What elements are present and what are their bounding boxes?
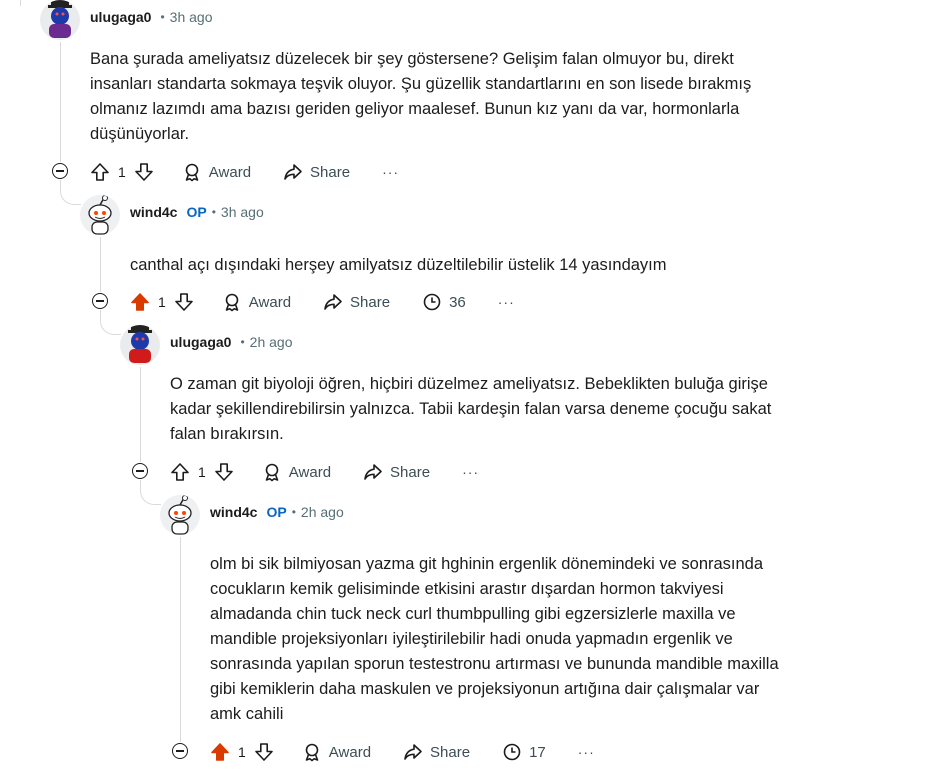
thread-elbow: [100, 310, 121, 335]
award-timer-icon: [503, 743, 521, 761]
award-label: Award: [288, 463, 332, 481]
comment-actions: 1 Award Share 17 ···: [210, 736, 595, 768]
upvote-button[interactable]: [90, 162, 110, 182]
username[interactable]: ulugaga0: [90, 9, 151, 25]
thread-elbow: [140, 480, 161, 505]
downvote-button[interactable]: [254, 742, 274, 762]
comment-body: canthal açı dışındaki herşey amilyatsız …: [130, 256, 667, 274]
separator-dot: •: [211, 205, 216, 219]
award-icon: [265, 463, 279, 482]
downvote-arrow-icon: [254, 743, 273, 761]
upvote-button[interactable]: [130, 292, 150, 312]
award-icon: [225, 293, 239, 312]
op-badge: OP: [186, 204, 207, 220]
downvote-button[interactable]: [134, 162, 154, 182]
downvote-button[interactable]: [214, 462, 234, 482]
share-arrow-icon: [324, 294, 342, 310]
separator-dot: •: [240, 335, 245, 349]
comment-actions: 1 Award Share ···: [170, 456, 479, 488]
ellipsis-icon: ···: [382, 164, 400, 180]
upvote-button[interactable]: [210, 742, 230, 762]
award-label: Award: [328, 743, 372, 761]
awards-count-button[interactable]: 17: [502, 742, 546, 762]
award-button[interactable]: Award: [182, 162, 251, 182]
more-options-button[interactable]: ···: [578, 744, 595, 760]
awards-count-button[interactable]: 36: [422, 292, 466, 312]
ellipsis-icon: ···: [497, 294, 515, 310]
share-arrow-icon: [404, 744, 422, 760]
thread-line: [60, 42, 61, 162]
more-options-button[interactable]: ···: [382, 164, 399, 180]
award-label: Award: [208, 163, 252, 181]
comment-actions: 1 Award Share 36 ···: [130, 286, 515, 318]
awards-count: 17: [529, 743, 546, 761]
timestamp[interactable]: 3h ago: [170, 9, 213, 25]
timestamp[interactable]: 3h ago: [221, 204, 264, 220]
collapse-button[interactable]: [92, 293, 108, 309]
award-button[interactable]: Award: [262, 462, 331, 482]
upvote-arrow-icon: [211, 743, 229, 761]
award-icon: [305, 743, 319, 762]
username[interactable]: ulugaga0: [170, 334, 231, 350]
share-button[interactable]: Share: [323, 292, 390, 312]
share-label: Share: [350, 293, 391, 311]
score: 1: [238, 744, 246, 760]
collapse-button[interactable]: [52, 163, 68, 179]
score: 1: [198, 464, 206, 480]
collapse-button[interactable]: [132, 463, 148, 479]
share-button[interactable]: Share: [363, 462, 430, 482]
upvote-arrow-icon: [171, 463, 189, 481]
timestamp[interactable]: 2h ago: [250, 334, 293, 350]
avatar[interactable]: [160, 495, 200, 535]
upvote-arrow-icon: [131, 293, 149, 311]
op-badge: OP: [266, 504, 287, 520]
share-button[interactable]: Share: [403, 742, 470, 762]
awards-count: 36: [449, 293, 466, 311]
comment-body: O zaman git biyoloji öğren, hiçbiri düze…: [170, 375, 772, 443]
award-button[interactable]: Award: [302, 742, 371, 762]
username[interactable]: wind4c: [210, 504, 257, 520]
comment-body: olm bi sik bilmiyosan yazma git hghinin …: [210, 555, 779, 723]
downvote-arrow-icon: [134, 163, 153, 181]
share-arrow-icon: [284, 164, 302, 180]
share-button[interactable]: Share: [283, 162, 350, 182]
comment-body: Bana şurada ameliyatsız düzelecek bir şe…: [90, 50, 752, 143]
award-button[interactable]: Award: [222, 292, 291, 312]
more-options-button[interactable]: ···: [462, 464, 479, 480]
share-label: Share: [310, 163, 351, 181]
thread-line: [180, 537, 181, 742]
thread-line: [140, 367, 141, 462]
award-timer-icon: [423, 293, 441, 311]
separator-dot: •: [160, 10, 165, 24]
share-label: Share: [430, 743, 471, 761]
award-icon: [185, 163, 199, 182]
share-arrow-icon: [364, 464, 382, 480]
username[interactable]: wind4c: [130, 204, 177, 220]
thread-line: [100, 237, 101, 292]
collapse-button[interactable]: [172, 743, 188, 759]
score: 1: [118, 164, 126, 180]
ellipsis-icon: ···: [462, 464, 480, 480]
upvote-arrow-icon: [91, 163, 109, 181]
award-label: Award: [248, 293, 292, 311]
score: 1: [158, 294, 166, 310]
downvote-button[interactable]: [174, 292, 194, 312]
more-options-button[interactable]: ···: [498, 294, 515, 310]
downvote-arrow-icon: [214, 463, 233, 481]
share-label: Share: [390, 463, 431, 481]
comment-actions: 1 Award Share ···: [90, 156, 399, 188]
upvote-button[interactable]: [170, 462, 190, 482]
thread-line: [20, 0, 21, 6]
thread-elbow: [60, 180, 81, 205]
downvote-arrow-icon: [174, 293, 193, 311]
avatar[interactable]: [120, 325, 160, 365]
ellipsis-icon: ···: [577, 744, 595, 760]
avatar[interactable]: [80, 195, 120, 235]
timestamp[interactable]: 2h ago: [301, 504, 344, 520]
separator-dot: •: [291, 505, 296, 519]
avatar[interactable]: [40, 0, 80, 40]
